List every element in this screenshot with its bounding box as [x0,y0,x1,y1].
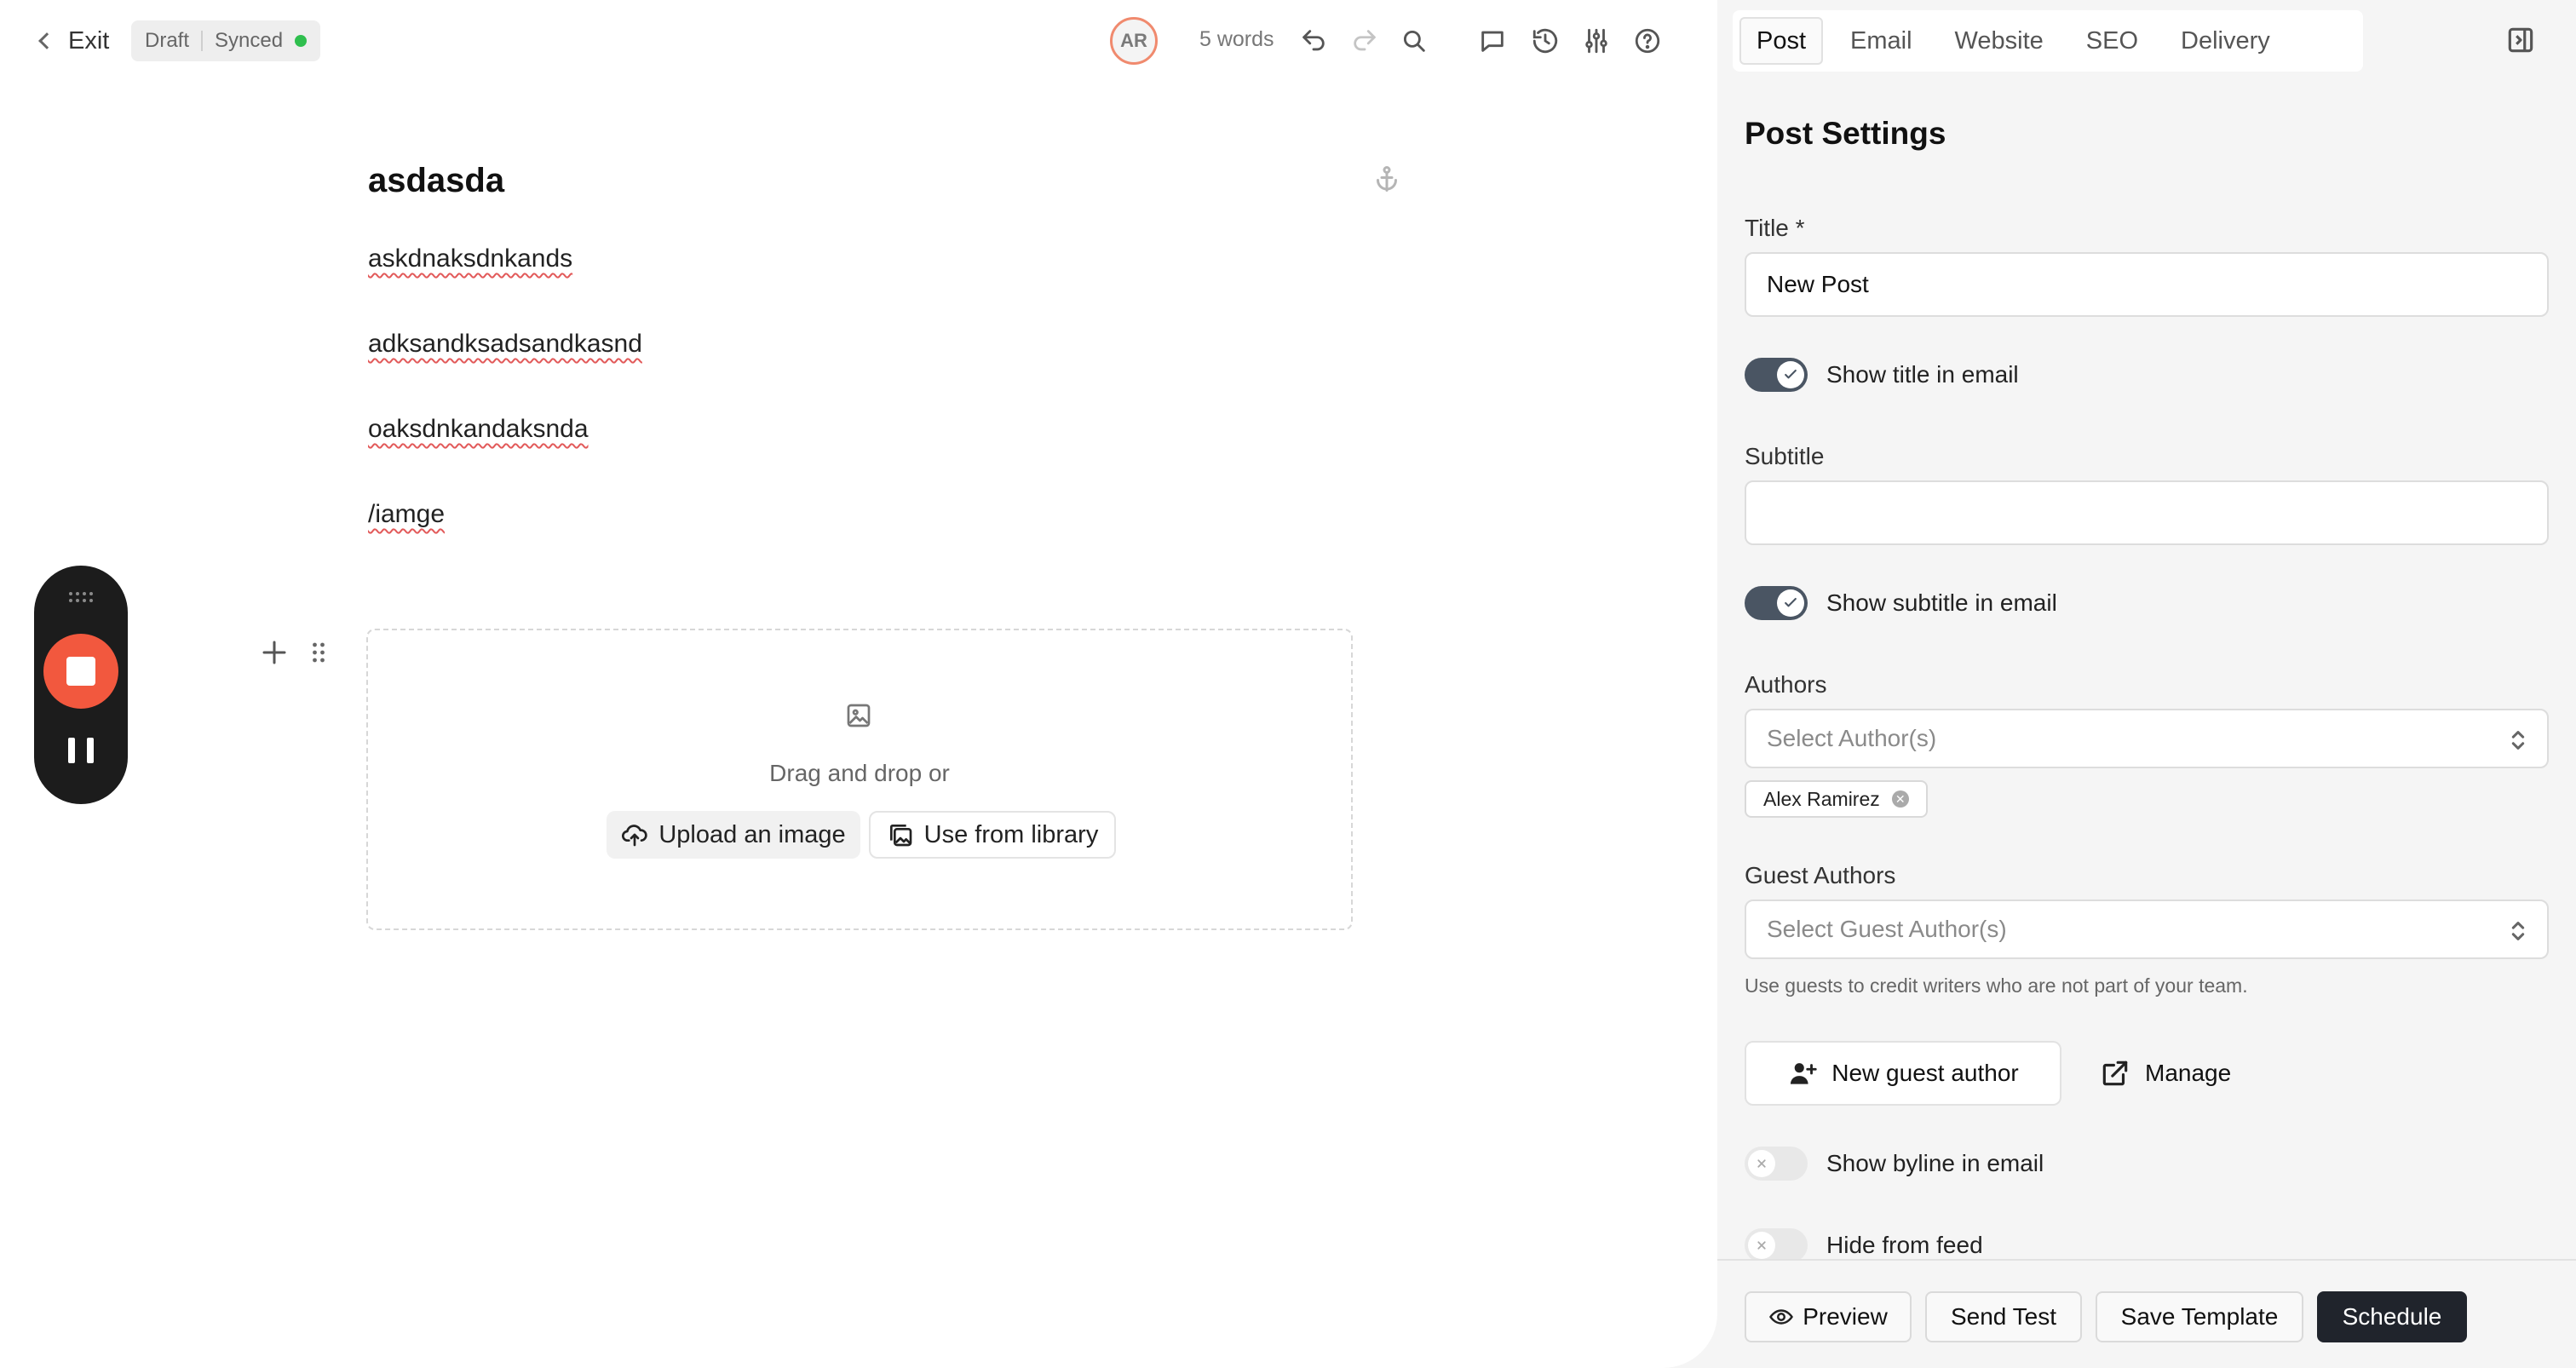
remove-author-icon[interactable]: ✕ [1891,790,1909,808]
chevron-up-down-icon [2511,731,2525,750]
paragraph[interactable]: askdnaksdnkands [368,244,1390,280]
settings-tabs: Post Email Website SEO Delivery [1733,10,2363,72]
guest-authors-label: Guest Authors [1745,862,1896,888]
guest-authors-select[interactable]: Select Guest Author(s) [1745,900,2549,959]
stop-recording-button[interactable] [43,634,118,709]
redo-icon[interactable] [1348,24,1382,58]
settings-sidebar: Post Email Website SEO Delivery Post Set… [1717,0,2576,1368]
upload-image-button[interactable]: Upload an image [607,811,860,859]
paragraph-text: /iamge [368,500,446,528]
anchor-icon[interactable] [1371,164,1402,194]
send-test-button[interactable]: Send Test [1925,1291,2082,1342]
use-library-button[interactable]: Use from library [869,811,1116,859]
show-title-toggle[interactable] [1745,358,1808,392]
author-chip-label: Alex Ramirez [1763,787,1880,810]
subtitle-input[interactable] [1745,480,2549,545]
paragraph[interactable]: /iamge [368,500,1390,536]
x-icon [1748,1150,1775,1177]
cloud-upload-icon [622,825,648,847]
pause-icon[interactable] [68,738,94,768]
sliders-icon[interactable] [1579,24,1613,58]
hide-from-feed-toggle[interactable] [1745,1228,1808,1262]
action-footer: Preview Send Test Save Template Schedule [1717,1259,2576,1368]
history-icon[interactable] [1528,24,1562,58]
image-placeholder-icon [843,700,874,731]
title-input[interactable] [1745,252,2549,317]
recording-widget [34,566,128,804]
stop-icon [66,657,95,686]
tab-website[interactable]: Website [1940,17,2059,65]
eye-icon [1769,1309,1794,1325]
guest-authors-placeholder: Select Guest Author(s) [1767,916,2007,942]
document-body[interactable]: asdasda askdnaksdnkands adksandksadsandk… [368,162,1390,585]
undo-icon[interactable] [1297,24,1331,58]
guest-hint: Use guests to credit writers who are not… [1745,974,2248,997]
manage-label: Manage [2145,1060,2232,1086]
document-title[interactable]: asdasda [368,162,1390,200]
drag-drop-text: Drag and drop or [769,760,950,786]
sync-status: Synced [215,29,284,52]
tab-seo[interactable]: SEO [2071,17,2153,65]
x-icon [1748,1232,1775,1259]
synced-dot-icon [295,35,308,47]
save-template-button[interactable]: Save Template [2096,1291,2303,1342]
schedule-button[interactable]: Schedule [2317,1291,2467,1342]
show-byline-label: Show byline in email [1826,1150,2044,1176]
editor-topbar: Exit Draft Synced AR 5 words [0,0,1717,82]
show-title-label: Show title in email [1826,361,2019,388]
paragraph-text: askdnaksdnkands [368,244,573,273]
manage-button[interactable]: Manage [2085,1041,2245,1106]
avatar[interactable]: AR [1110,17,1158,65]
show-subtitle-label: Show subtitle in email [1826,589,2057,616]
hide-from-feed-label: Hide from feed [1826,1232,1983,1258]
paragraph[interactable]: adksandksadsandkasnd [368,330,1390,365]
show-byline-toggle[interactable] [1745,1147,1808,1181]
chevron-up-down-icon [2511,922,2525,940]
preview-button[interactable]: Preview [1745,1291,1912,1342]
tab-email[interactable]: Email [1835,17,1928,65]
help-icon[interactable] [1630,24,1665,58]
add-user-icon [1791,1063,1817,1084]
paragraph[interactable]: oaksdnkandaksnda [368,415,1390,451]
search-icon[interactable] [1397,24,1431,58]
author-chip[interactable]: Alex Ramirez ✕ [1745,780,1928,818]
check-icon [1777,361,1804,388]
exit-label: Exit [68,26,110,55]
new-guest-author-button[interactable]: New guest author [1745,1041,2061,1106]
editor-pane: Exit Draft Synced AR 5 words asdasda ask… [0,0,1717,1368]
tab-post[interactable]: Post [1739,17,1824,65]
authors-label: Authors [1745,671,1827,698]
external-link-icon [2102,1060,2128,1086]
authors-select[interactable]: Select Author(s) [1745,709,2549,768]
settings-heading: Post Settings [1745,116,1946,151]
image-library-icon [889,825,912,847]
image-upload-card[interactable]: Drag and drop or Upload an image Use fro… [366,629,1353,930]
chevron-left-icon [38,32,55,49]
paragraph-text: oaksdnkandaksnda [368,415,589,443]
grip-icon[interactable] [67,591,95,603]
check-icon [1777,589,1804,617]
draft-status: Draft [145,29,190,52]
exit-button[interactable]: Exit [38,24,110,58]
word-count: 5 words [1199,27,1274,51]
new-guest-label: New guest author [1831,1060,2019,1086]
add-block-plus-icon[interactable] [259,637,290,668]
subtitle-label: Subtitle [1745,443,1825,469]
collapse-panel-icon[interactable] [2504,24,2537,56]
tab-delivery[interactable]: Delivery [2165,17,2286,65]
authors-placeholder: Select Author(s) [1767,725,1937,751]
show-subtitle-toggle[interactable] [1745,586,1808,620]
title-label: Title * [1745,215,1805,241]
preview-label: Preview [1803,1303,1888,1330]
upload-label: Upload an image [658,820,846,848]
comment-icon[interactable] [1475,24,1509,58]
divider [201,31,204,51]
drag-handle-icon[interactable] [307,637,331,668]
status-badge: Draft Synced [131,20,321,61]
library-label: Use from library [923,820,1099,848]
paragraph-text: adksandksadsandkasnd [368,330,642,358]
